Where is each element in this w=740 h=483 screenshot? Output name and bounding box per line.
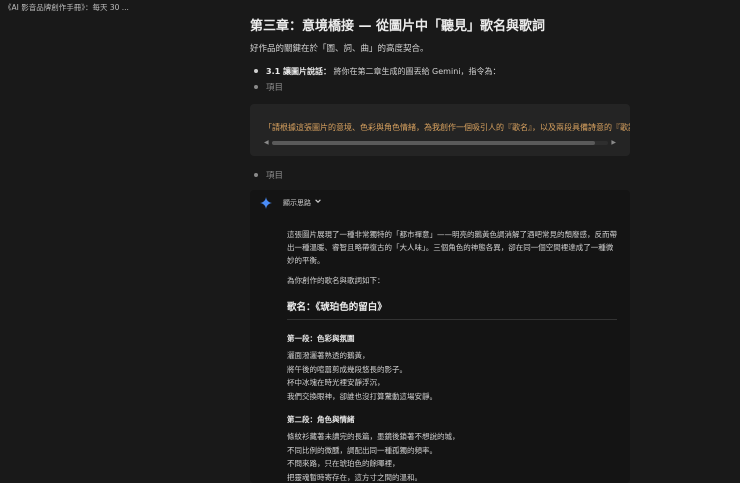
bullet-dot — [254, 85, 258, 89]
lyric-line: 不同比例的微醺，調配出同一種孤獨的頻率。 — [287, 445, 437, 455]
response-content: 這張圖片展現了一種非常獨特的「都市禪意」——明亮的鵝黃色調消解了酒吧常見的頹廢感… — [287, 228, 617, 483]
lyric-line: 條紋衫藏著未讀完的長篇，墨鏡後鎖著不想說的城， — [287, 432, 460, 441]
window-title: 《AI 影音品牌創作手冊》：每天 30 ... — [4, 3, 129, 12]
bullet-label: 3.1 讓圖片說話： — [266, 67, 331, 76]
horizontal-scrollbar[interactable] — [272, 141, 608, 145]
lyric-line: 將午後的喧囂剪成幾段悠長的影子。 — [287, 364, 407, 374]
chapter-title: 第三章：意境橋接 — 從圖片中「聽見」歌名與歌詞 — [250, 19, 546, 34]
response-paragraph: 這張圖片展現了一種非常獨特的「都市禪意」——明亮的鵝黃色調消解了酒吧常見的頹廢感… — [287, 230, 617, 265]
lyric-line: 把靈魂暫時寄存在，這方寸之間的溫和。 — [287, 472, 422, 482]
scrollbar-thumb[interactable] — [272, 141, 595, 145]
prompt-code-block[interactable]: 「請根據這張圖片的意境、色彩與角色情緒，為我創作一個吸引人的『歌名』，以及兩段具… — [250, 104, 630, 156]
lyric-block: 灑面潑灑著熟透的鵝黃， 將午後的喧囂剪成幾段悠長的影子。 杯中冰塊在時光裡安靜浮… — [287, 349, 617, 403]
response-paragraph: 為你創作的歌名與歌詞如下： — [287, 276, 385, 285]
lyric-line: 灑面潑灑著熟透的鵝黃， — [287, 351, 370, 360]
chevron-down-icon[interactable] — [314, 197, 322, 205]
section-heading: 第一段：色彩與氛圍 — [287, 334, 355, 343]
bullet-dot — [254, 173, 258, 177]
divider — [287, 319, 617, 320]
list-item-placeholder: 項目 — [266, 83, 284, 93]
lyric-line: 杯中冰塊在時光裡安靜浮沉， — [287, 378, 385, 387]
song-title: 歌名：《琥珀色的留白》 — [287, 302, 387, 313]
lyric-block: 條紋衫藏著未讀完的長篇，墨鏡後鎖著不想說的城， 不同比例的微醺，調配出同一種孤獨… — [287, 430, 617, 483]
section-heading: 第二段：角色與情緒 — [287, 415, 355, 424]
show-thinking-toggle[interactable]: 顯示思路 — [283, 198, 311, 208]
lyric-line: 不問來路，只在琥珀色的餘暉裡， — [287, 459, 400, 468]
bullet-text: 將你在第二章生成的圖丟給 Gemini，指令為： — [333, 67, 501, 76]
bullet-dot — [254, 69, 258, 73]
list-item-placeholder: 項目 — [266, 171, 284, 181]
bullet-item-3-1: 3.1 讓圖片說話： 將你在第二章生成的圖丟給 Gemini，指令為： — [266, 66, 501, 77]
lyric-line: 我們交換眼神，卻誰也沒打算驚動這場安靜。 — [287, 391, 437, 401]
chapter-intro: 好作品的關鍵在於「圖、詞、曲」的高度契合。 — [250, 44, 429, 54]
prompt-text: 「請根據這張圖片的意境、色彩與角色情緒，為我創作一個吸引人的『歌名』，以及兩段具… — [264, 123, 630, 132]
gemini-response-panel: 顯示思路 這張圖片展現了一種非常獨特的「都市禪意」——明亮的鵝黃色調消解了酒吧常… — [250, 190, 630, 483]
scroll-left-icon[interactable]: ◀ — [264, 139, 269, 146]
gemini-sparkle-icon — [260, 197, 272, 209]
scroll-right-icon[interactable]: ▶ — [611, 139, 616, 146]
